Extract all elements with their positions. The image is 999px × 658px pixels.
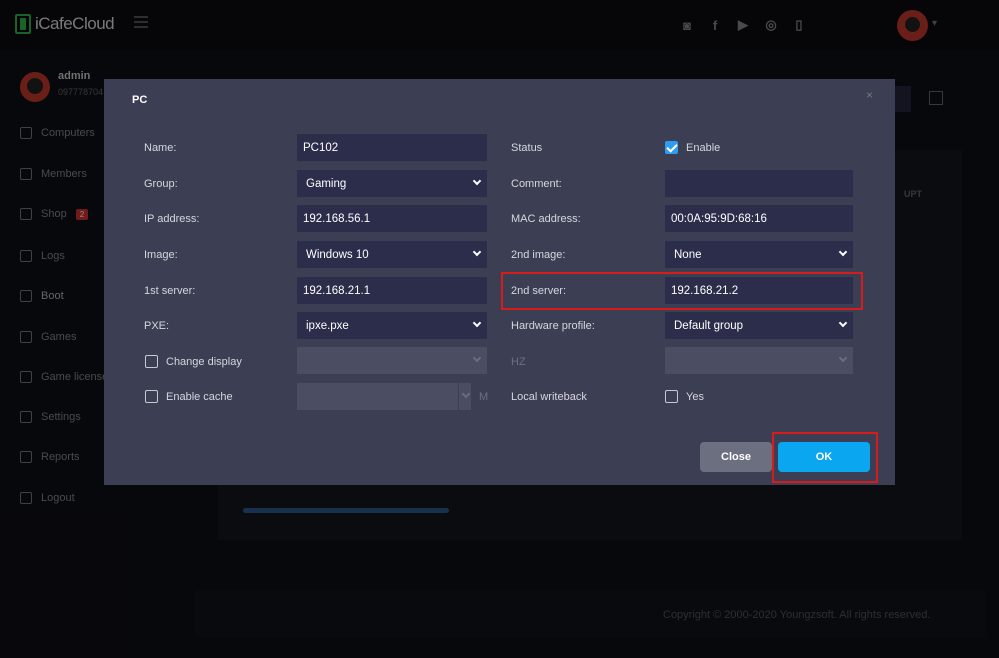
chevron-down-icon <box>838 353 848 363</box>
group-select-value: Gaming <box>306 177 347 190</box>
change-display-label: Change display <box>166 356 242 368</box>
local-writeback-label: Local writeback <box>511 391 587 403</box>
close-button[interactable]: Close <box>700 442 772 472</box>
name-input[interactable]: PC102 <box>297 134 487 161</box>
local-writeback-checkbox[interactable] <box>665 390 678 403</box>
change-display-checkbox[interactable] <box>145 355 158 368</box>
hz-select <box>665 347 853 374</box>
second-image-label: 2nd image: <box>511 249 566 261</box>
pxe-select[interactable]: ipxe.pxe <box>297 312 487 339</box>
chevron-down-icon <box>461 389 471 399</box>
hardware-profile-select[interactable]: Default group <box>665 312 853 339</box>
image-select-value: Windows 10 <box>306 248 369 261</box>
status-enable-label: Enable <box>686 142 721 154</box>
local-writeback-yes-label: Yes <box>686 391 704 403</box>
cache-size-stepper <box>459 383 471 410</box>
name-label: Name: <box>144 142 177 154</box>
chevron-down-icon <box>472 176 482 186</box>
ip-input[interactable]: 192.168.56.1 <box>297 205 487 232</box>
ok-button-highlight <box>772 432 878 483</box>
group-label: Group: <box>144 178 178 190</box>
chevron-down-icon <box>472 318 482 328</box>
cache-size-input <box>297 383 458 410</box>
chevron-down-icon <box>472 353 482 363</box>
second-image-select-value: None <box>674 248 702 261</box>
first-server-input[interactable]: 192.168.21.1 <box>297 277 487 304</box>
close-icon[interactable]: × <box>866 88 873 102</box>
chevron-down-icon <box>472 247 482 257</box>
mac-input[interactable]: 00:0A:95:9D:68:16 <box>665 205 853 232</box>
comment-label: Comment: <box>511 178 562 190</box>
ip-label: IP address: <box>144 213 200 225</box>
comment-input[interactable] <box>665 170 853 197</box>
enable-cache-checkbox[interactable] <box>145 390 158 403</box>
image-select[interactable]: Windows 10 <box>297 241 487 268</box>
hardware-profile-label: Hardware profile: <box>511 320 595 332</box>
second-server-highlight <box>501 272 863 310</box>
pxe-select-value: ipxe.pxe <box>306 319 349 332</box>
enable-cache-label: Enable cache <box>166 391 233 403</box>
chevron-down-icon <box>838 247 848 257</box>
second-image-select[interactable]: None <box>665 241 853 268</box>
mac-label: MAC address: <box>511 213 581 225</box>
status-enable-checkbox[interactable] <box>665 141 678 154</box>
status-label: Status <box>511 142 543 154</box>
hz-label: HZ <box>511 356 526 368</box>
display-select <box>297 347 487 374</box>
group-select[interactable]: Gaming <box>297 170 487 197</box>
hardware-profile-select-value: Default group <box>674 319 744 332</box>
cache-unit-label: M <box>479 391 489 403</box>
chevron-down-icon <box>838 318 848 328</box>
image-label: Image: <box>144 249 178 261</box>
pxe-label: PXE: <box>144 320 170 332</box>
dialog-title: PC <box>132 94 148 106</box>
first-server-label: 1st server: <box>144 285 196 297</box>
